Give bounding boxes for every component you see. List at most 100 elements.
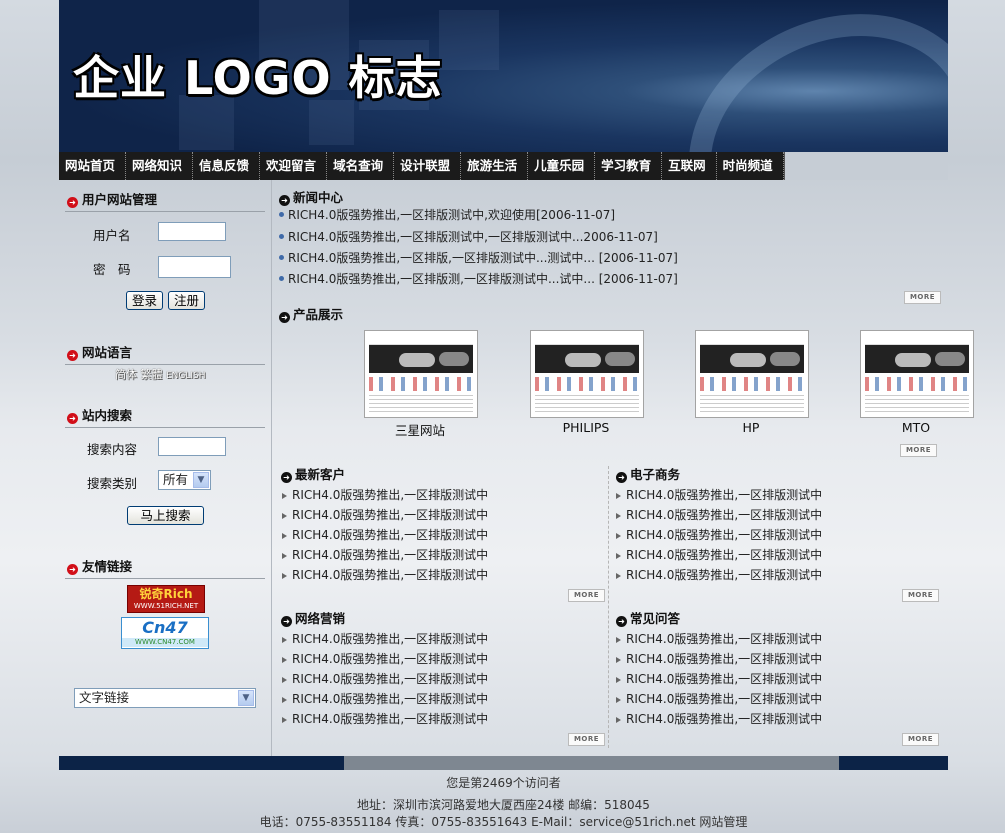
ecommerce-section-title: ➜ 电子商务 — [616, 467, 680, 483]
search-type-select[interactable]: 所有 ▼ — [158, 470, 211, 490]
arrow-right-icon: ➜ — [281, 472, 292, 483]
nav-item-kids[interactable]: 儿童乐园 — [528, 152, 596, 180]
nav-item-design-alliance[interactable]: 设计联盟 — [394, 152, 462, 180]
register-button[interactable]: 注册 — [168, 291, 205, 310]
nav-item-travel[interactable]: 旅游生活 — [461, 152, 529, 180]
triangle-bullet-icon — [616, 553, 621, 559]
triangle-bullet-icon — [282, 697, 287, 703]
product-caption[interactable]: HP — [695, 420, 807, 435]
product-thumbnail[interactable] — [364, 330, 478, 418]
password-input[interactable] — [158, 256, 231, 278]
news-more-button[interactable]: MORE — [904, 291, 941, 304]
site-logo: 企业 LOGO 标志 — [73, 51, 443, 105]
search-input[interactable] — [158, 437, 226, 456]
nav-item-fashion[interactable]: 时尚频道 — [717, 152, 784, 180]
list-item[interactable]: RICH4.0版强势推出,一区排版测试中 — [282, 629, 488, 649]
news-item[interactable]: RICH4.0版强势推出,一区排版测,一区排版测试中...试中... [2006… — [279, 269, 678, 289]
footer-bar-center — [344, 756, 839, 770]
clients-more-button[interactable]: MORE — [568, 589, 605, 602]
list-item[interactable]: RICH4.0版强势推出,一区排版测试中 — [282, 505, 488, 525]
product-thumbnail[interactable] — [860, 330, 974, 418]
list-item[interactable]: RICH4.0版强势推出,一区排版测试中 — [616, 545, 822, 565]
list-item[interactable]: RICH4.0版强势推出,一区排版测试中 — [282, 649, 488, 669]
login-button[interactable]: 登录 — [126, 291, 163, 310]
triangle-bullet-icon — [282, 637, 287, 643]
news-item[interactable]: RICH4.0版强势推出,一区排版测试中,一区排版测试中...2006-11-0… — [279, 227, 658, 247]
list-item[interactable]: RICH4.0版强势推出,一区排版测试中 — [282, 545, 488, 565]
list-item[interactable]: RICH4.0版强势推出,一区排版测试中 — [616, 669, 822, 689]
product-thumbnail[interactable] — [530, 330, 644, 418]
marketing-more-button[interactable]: MORE — [568, 733, 605, 746]
visitor-counter: 您是第2469个访问者 — [446, 776, 561, 790]
faq-more-button[interactable]: MORE — [902, 733, 939, 746]
friend-link-cn47[interactable]: Cn47 WWW.CN47.COM — [121, 617, 209, 649]
triangle-bullet-icon — [282, 573, 287, 579]
news-item[interactable]: RICH4.0版强势推出,一区排版测试中,欢迎使用[2006-11-07] — [279, 205, 615, 225]
username-input[interactable] — [158, 222, 226, 241]
language-traditional-link[interactable]: 繁體 — [141, 368, 163, 381]
nav-filler — [783, 152, 948, 180]
triangle-bullet-icon — [616, 493, 621, 499]
language-options: 简体 繁體 ENGLISH — [115, 366, 206, 382]
triangle-bullet-icon — [282, 493, 287, 499]
marketing-section-title: ➜ 网络营销 — [281, 611, 345, 627]
news-item[interactable]: RICH4.0版强势推出,一区排版,一区排版测试中...测试中... [2006… — [279, 248, 678, 268]
main-nav: 网站首页 网络知识 信息反馈 欢迎留言 域名查询 设计联盟 旅游生活 儿童乐园 … — [59, 152, 948, 180]
list-item[interactable]: RICH4.0版强势推出,一区排版测试中 — [282, 709, 488, 729]
list-item[interactable]: RICH4.0版强势推出,一区排版测试中 — [616, 565, 822, 585]
triangle-bullet-icon — [282, 533, 287, 539]
username-label: 用户名 — [93, 228, 131, 243]
nav-item-feedback[interactable]: 信息反馈 — [193, 152, 261, 180]
triangle-bullet-icon — [616, 717, 621, 723]
header-banner: 企业 LOGO 标志 — [59, 0, 948, 152]
list-item[interactable]: RICH4.0版强势推出,一区排版测试中 — [616, 485, 822, 505]
list-item[interactable]: RICH4.0版强势推出,一区排版测试中 — [282, 565, 488, 585]
divider — [65, 578, 265, 579]
nav-item-domain-lookup[interactable]: 域名查询 — [327, 152, 395, 180]
footer: 您是第2469个访问者 地址：深圳市滨河路爱地大厦西座24楼 邮编：518045… — [59, 770, 948, 833]
search-button[interactable]: 马上搜索 — [127, 506, 204, 525]
footer-address: 地址：深圳市滨河路爱地大厦西座24楼 邮编：518045 — [357, 798, 650, 812]
list-item[interactable]: RICH4.0版强势推出,一区排版测试中 — [282, 485, 488, 505]
list-item[interactable]: RICH4.0版强势推出,一区排版测试中 — [616, 525, 822, 545]
column-divider — [608, 466, 609, 748]
product-caption[interactable]: 三星网站 — [364, 420, 476, 439]
faq-section-title: ➜ 常见问答 — [616, 611, 680, 627]
list-item[interactable]: RICH4.0版强势推出,一区排版测试中 — [616, 649, 822, 669]
search-type-label: 搜索类别 — [87, 476, 138, 491]
triangle-bullet-icon — [616, 657, 621, 663]
product-caption[interactable]: PHILIPS — [530, 420, 642, 435]
products-more-button[interactable]: MORE — [900, 444, 937, 457]
list-item[interactable]: RICH4.0版强势推出,一区排版测试中 — [282, 669, 488, 689]
triangle-bullet-icon — [616, 533, 621, 539]
language-simplified-link[interactable]: 简体 — [115, 368, 137, 381]
list-item[interactable]: RICH4.0版强势推出,一区排版测试中 — [616, 505, 822, 525]
list-item[interactable]: RICH4.0版强势推出,一区排版测试中 — [616, 689, 822, 709]
password-label: 密 码 — [93, 262, 131, 277]
bullet-icon — [279, 234, 284, 239]
list-item[interactable]: RICH4.0版强势推出,一区排版测试中 — [616, 709, 822, 729]
bullet-icon — [279, 212, 284, 217]
nav-item-guestbook[interactable]: 欢迎留言 — [260, 152, 328, 180]
nav-item-network-knowledge[interactable]: 网络知识 — [126, 152, 194, 180]
footer-bar — [59, 756, 948, 770]
chevron-down-icon: ▼ — [238, 690, 254, 706]
arrow-right-icon: ➜ — [281, 616, 292, 627]
list-item[interactable]: RICH4.0版强势推出,一区排版测试中 — [616, 629, 822, 649]
triangle-bullet-icon — [282, 657, 287, 663]
nav-item-home[interactable]: 网站首页 — [59, 152, 127, 180]
list-item[interactable]: RICH4.0版强势推出,一区排版测试中 — [282, 525, 488, 545]
product-thumbnail[interactable] — [695, 330, 809, 418]
nav-item-internet[interactable]: 互联网 — [662, 152, 717, 180]
friend-link-51rich[interactable]: 锐奇Rich WWW.51RICH.NET — [127, 585, 205, 613]
triangle-bullet-icon — [616, 513, 621, 519]
nav-item-education[interactable]: 学习教育 — [595, 152, 663, 180]
language-english-link[interactable]: ENGLISH — [166, 371, 206, 381]
list-item[interactable]: RICH4.0版强势推出,一区排版测试中 — [282, 689, 488, 709]
text-links-select[interactable]: 文字链接 ▼ — [74, 688, 256, 708]
chevron-down-icon: ▼ — [193, 472, 209, 488]
links-section-title: ➜ 友情链接 — [67, 558, 132, 576]
ecommerce-more-button[interactable]: MORE — [902, 589, 939, 602]
search-section-title: ➜ 站内搜索 — [67, 407, 132, 425]
product-caption[interactable]: MTO — [860, 420, 972, 435]
